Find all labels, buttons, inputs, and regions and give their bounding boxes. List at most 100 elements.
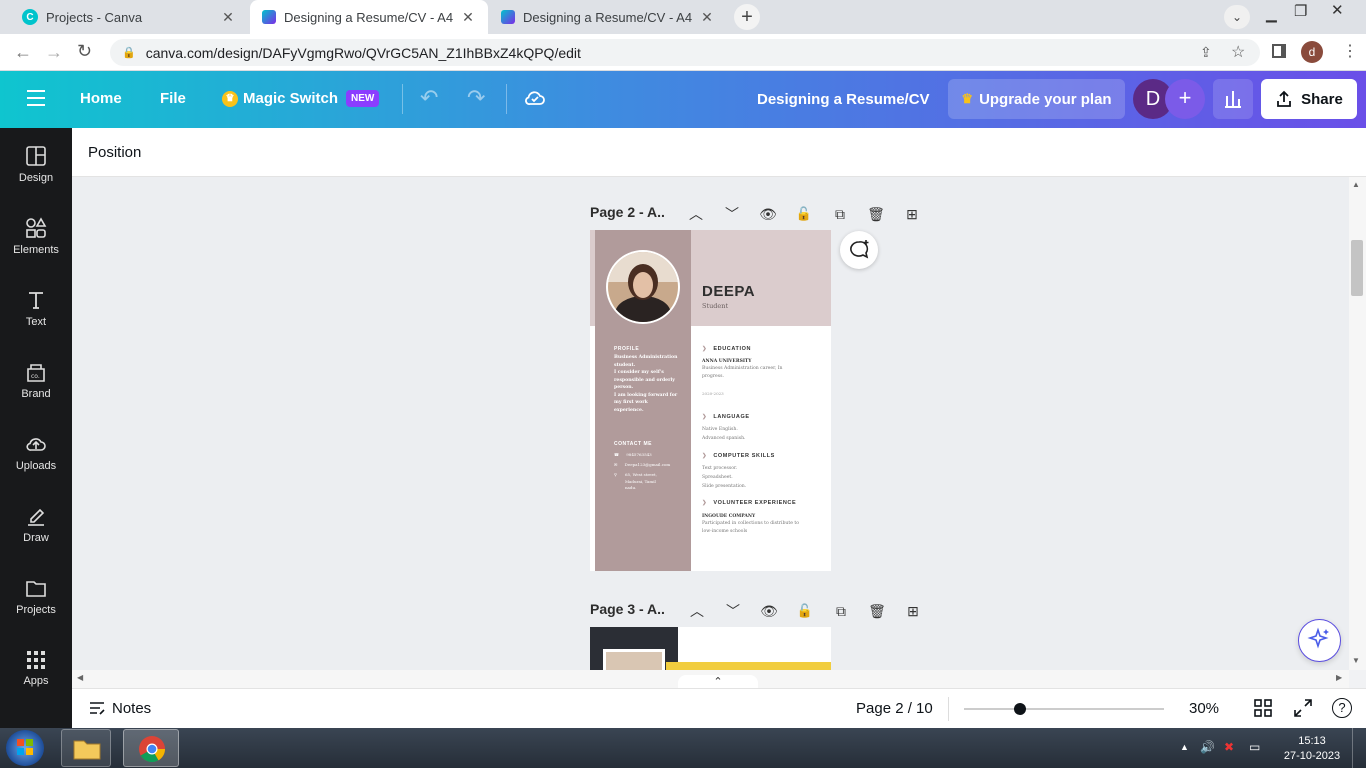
hide-page-icon[interactable]: 👁 [751, 603, 787, 620]
home-button[interactable]: Home [80, 90, 122, 107]
position-button[interactable]: Position [88, 144, 141, 161]
profile-text[interactable]: Business Administration student. I consi… [614, 354, 684, 414]
start-button[interactable] [6, 730, 44, 766]
new-tab-button[interactable]: + [734, 4, 760, 30]
page-2-title[interactable]: Page 2 - A.. [590, 204, 665, 220]
education-years[interactable]: 2020-2023 [702, 390, 724, 398]
expand-pages-icon[interactable]: ⌃ [678, 675, 758, 688]
hide-page-icon[interactable]: 👁 [750, 206, 786, 223]
resume-page-2[interactable]: DEEPA Student PROFILE Business Administr… [590, 230, 831, 571]
design-canvas[interactable]: Page 2 - A.. ︿ ﹀ 👁 🔓 ⧉ 🗑 ⊞ DEEPA Student… [72, 177, 1349, 670]
zoom-level[interactable]: 30% [1189, 700, 1219, 717]
zoom-slider-thumb[interactable] [1014, 703, 1026, 715]
side-panel-icon[interactable] [1272, 44, 1286, 58]
sidebar-item-projects[interactable]: Projects [0, 560, 72, 632]
horizontal-scrollbar[interactable]: ◀ ▶ ⌃ [72, 670, 1349, 688]
move-up-icon[interactable]: ︿ [679, 601, 715, 621]
share-page-icon[interactable]: ⇪ [1200, 44, 1212, 61]
lock-page-icon[interactable]: 🔓 [786, 206, 822, 222]
notes-button[interactable]: Notes [88, 699, 151, 717]
close-window-icon[interactable]: ✕ [1331, 1, 1344, 19]
tab-search-icon[interactable]: ⌄ [1224, 5, 1250, 29]
share-button[interactable]: Share [1261, 79, 1357, 119]
duplicate-page-icon[interactable]: ⧉ [822, 206, 858, 223]
resume-role[interactable]: Student [702, 302, 728, 311]
duplicate-page-icon[interactable]: ⧉ [823, 603, 859, 620]
grid-view-icon[interactable] [1254, 699, 1272, 717]
browser-tab-active[interactable]: Designing a Resume/CV - A4 ✕ [250, 0, 488, 34]
delete-page-icon[interactable]: 🗑 [859, 603, 895, 620]
network-icon[interactable]: ✖ [1224, 740, 1234, 754]
scroll-down-icon[interactable]: ▼ [1352, 656, 1360, 665]
sidebar-item-apps[interactable]: Apps [0, 632, 72, 704]
contact-email-row[interactable]: ✉ Deepa123@gmail.com [614, 461, 670, 469]
forward-icon[interactable]: → [45, 42, 63, 63]
sidebar-item-elements[interactable]: Elements [0, 200, 72, 272]
chrome-menu-icon[interactable]: ⋮ [1342, 41, 1358, 61]
vertical-scrollbar[interactable]: ▲ ▼ [1349, 177, 1366, 670]
reload-icon[interactable]: ↻ [77, 41, 92, 62]
sidebar-item-uploads[interactable]: Uploads [0, 416, 72, 488]
sidebar-item-design[interactable]: Design [0, 128, 72, 200]
computer-skills-details[interactable]: Text processor. Spreadsheet. Slide prese… [702, 464, 746, 491]
page-3-title[interactable]: Page 3 - A.. [590, 601, 665, 617]
add-comment-button[interactable] [840, 231, 878, 269]
tray-expand-icon[interactable]: ▲ [1180, 742, 1189, 752]
add-page-icon[interactable]: ⊞ [895, 603, 931, 620]
education-heading[interactable]: ❯ EDUCATION [702, 346, 751, 352]
back-icon[interactable]: ← [14, 42, 32, 63]
bookmark-star-icon[interactable]: ☆ [1231, 42, 1245, 62]
insights-chart-icon[interactable] [1213, 79, 1253, 119]
upgrade-plan-button[interactable]: ♛ Upgrade your plan [948, 79, 1125, 119]
contact-heading[interactable]: CONTACT ME [614, 441, 652, 447]
undo-icon[interactable]: ↶ [420, 85, 438, 111]
show-desktop-button[interactable] [1352, 728, 1366, 768]
delete-page-icon[interactable]: 🗑 [858, 206, 894, 223]
contact-phone-row[interactable]: ☎ 9845763543 [614, 451, 652, 459]
add-collaborator-button[interactable]: + [1165, 79, 1205, 119]
cloud-saved-icon[interactable] [523, 86, 547, 110]
file-explorer-taskbar-button[interactable] [61, 729, 111, 767]
close-tab-icon[interactable]: ✕ [460, 9, 476, 26]
system-clock[interactable]: 15:13 27-10-2023 [1281, 734, 1343, 764]
chrome-taskbar-button[interactable] [123, 729, 179, 767]
sidebar-item-text[interactable]: Text [0, 272, 72, 344]
profile-photo[interactable] [606, 250, 680, 324]
move-down-icon[interactable]: ﹀ [715, 601, 751, 621]
scroll-right-icon[interactable]: ▶ [1336, 673, 1342, 682]
document-title[interactable]: Designing a Resume/CV [757, 91, 930, 108]
battery-icon[interactable]: ▭ [1249, 740, 1260, 754]
browser-tab[interactable]: Designing a Resume/CV - A4 ✕ [489, 0, 727, 34]
fullscreen-icon[interactable] [1294, 699, 1312, 717]
hamburger-menu-icon[interactable] [27, 90, 45, 106]
help-icon[interactable]: ? [1332, 698, 1352, 718]
move-up-icon[interactable]: ︿ [678, 204, 714, 224]
sidebar-item-draw[interactable]: Draw [0, 488, 72, 560]
close-tab-icon[interactable]: ✕ [220, 9, 236, 26]
minimize-icon[interactable]: ▁ [1266, 6, 1277, 23]
close-tab-icon[interactable]: ✕ [699, 9, 715, 26]
resume-page-3[interactable] [590, 627, 831, 670]
page-indicator[interactable]: Page 2 / 10 [856, 700, 933, 717]
sidebar-item-brand[interactable]: co. Brand [0, 344, 72, 416]
lock-page-icon[interactable]: 🔓 [787, 603, 823, 619]
scroll-up-icon[interactable]: ▲ [1352, 180, 1360, 189]
restore-icon[interactable]: ❐ [1294, 2, 1307, 20]
redo-icon[interactable]: ↷ [467, 85, 485, 111]
zoom-slider[interactable] [964, 703, 1164, 715]
volunteer-details[interactable]: Participated in collections to distribut… [702, 520, 799, 535]
education-details[interactable]: Business Administration career, In progr… [702, 365, 783, 380]
file-menu-button[interactable]: File [160, 90, 186, 107]
magic-switch-button[interactable]: ♛ Magic Switch NEW [222, 90, 380, 107]
url-bar[interactable]: 🔒 canva.com/design/DAFyVgmgRwo/QVrGC5AN_… [110, 39, 1260, 66]
volume-icon[interactable]: 🔊 [1200, 740, 1215, 754]
scroll-left-icon[interactable]: ◀ [77, 673, 83, 682]
scrollbar-thumb[interactable] [1351, 240, 1363, 296]
language-details[interactable]: Native English. Advanced spanish. [702, 425, 745, 443]
resume-name[interactable]: DEEPA [702, 283, 755, 300]
computer-skills-heading[interactable]: ❯ COMPUTER SKILLS [702, 453, 775, 459]
browser-tab[interactable]: C Projects - Canva ✕ [10, 0, 248, 34]
language-heading[interactable]: ❯ LANGUAGE [702, 414, 750, 420]
add-page-icon[interactable]: ⊞ [894, 206, 930, 223]
volunteer-heading[interactable]: ❯ VOLUNTEER EXPERIENCE [702, 500, 796, 506]
